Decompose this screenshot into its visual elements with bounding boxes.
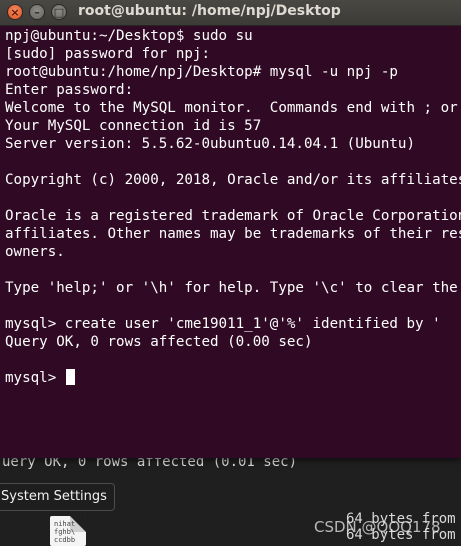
- maximize-button[interactable]: □: [51, 4, 67, 20]
- terminal-line: affiliates. Other names may be trademark…: [5, 226, 461, 242]
- maximize-icon: □: [53, 5, 65, 19]
- terminal-line: Welcome to the MySQL monitor. Commands e…: [5, 100, 461, 116]
- minimize-icon: –: [34, 5, 40, 19]
- desktop-screen: uery OK, 0 rows affected (0.01 sec) 64 b…: [0, 0, 461, 546]
- mysql-prompt-line[interactable]: mysql>: [5, 369, 461, 387]
- terminal-line: Type 'help;' or '\h' for help. Type '\c'…: [5, 280, 458, 296]
- file-preview-line: fghb\: [54, 528, 76, 536]
- system-settings-tooltip: System Settings: [0, 483, 115, 511]
- terminal-line: Oracle is a registered trademark of Orac…: [5, 208, 461, 224]
- terminal-line: owners.: [5, 244, 65, 260]
- mysql-prompt: mysql>: [5, 370, 65, 386]
- terminal-line: [sudo] password for npj:: [5, 46, 210, 62]
- terminal-line: root@ubuntu:/home/npj/Desktop# mysql -u …: [5, 64, 398, 80]
- terminal-line: npj@ubuntu:~/Desktop$ sudo su: [5, 28, 253, 44]
- file-preview-line: ccdbb: [54, 536, 76, 544]
- terminal-line: Enter password:: [5, 82, 134, 98]
- close-button[interactable]: ×: [7, 4, 23, 20]
- watermark: CSDN @QOQ178: [314, 518, 441, 536]
- text-cursor: [65, 369, 75, 385]
- file-preview-line: nihat: [54, 520, 76, 528]
- terminal-line: Server version: 5.5.62-0ubuntu0.14.04.1 …: [5, 136, 415, 152]
- window-title: root@ubuntu: /home/npj/Desktop: [78, 3, 341, 19]
- terminal-line: Copyright (c) 2000, 2018, Oracle and/or …: [5, 172, 461, 188]
- terminal-line: Query OK, 0 rows affected (0.00 sec): [5, 334, 313, 350]
- minimize-button[interactable]: –: [29, 4, 45, 20]
- terminal-line: mysql> create user 'cme19011_1'@'%' iden…: [5, 316, 441, 332]
- terminal-titlebar[interactable]: × – □ root@ubuntu: /home/npj/Desktop: [0, 0, 461, 26]
- terminal-line: Your MySQL connection id is 57: [5, 118, 262, 134]
- text-file-icon[interactable]: nihat fghb\ ccdbb: [50, 516, 86, 546]
- terminal-output[interactable]: npj@ubuntu:~/Desktop$ sudo su [sudo] pas…: [5, 27, 461, 457]
- terminal-window[interactable]: × – □ root@ubuntu: /home/npj/Desktop npj…: [0, 0, 461, 458]
- close-icon: ×: [10, 5, 20, 19]
